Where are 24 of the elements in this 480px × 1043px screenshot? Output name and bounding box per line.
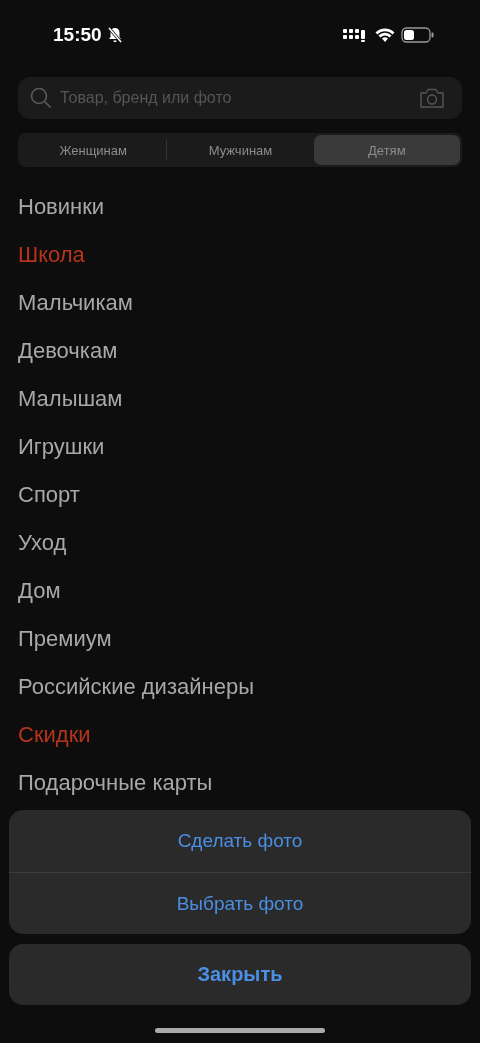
action-button[interactable]: Выбрать фото <box>9 872 471 934</box>
category-item[interactable]: Дом <box>18 567 462 615</box>
category-item[interactable]: Премиум <box>18 615 462 663</box>
close-button[interactable]: Закрыть <box>9 944 471 1005</box>
muted-bell-icon <box>106 26 123 44</box>
status-time: 15:50 <box>53 24 102 46</box>
action-button[interactable]: Сделать фото <box>9 810 471 872</box>
search-input[interactable]: Товар, бренд или фото <box>60 89 412 107</box>
category-item[interactable]: Уход <box>18 519 462 567</box>
category-item[interactable]: Спорт <box>18 471 462 519</box>
category-item[interactable]: Новинки <box>18 183 462 231</box>
search-field[interactable]: Товар, бренд или фото <box>18 77 462 119</box>
battery-icon <box>401 27 434 43</box>
category-item[interactable]: Девочкам <box>18 327 462 375</box>
category-item[interactable]: Подарочные карты <box>18 759 462 807</box>
wifi-icon <box>375 27 395 43</box>
tab[interactable]: Мужчинам <box>167 135 314 165</box>
search-icon <box>30 87 52 109</box>
category-item[interactable]: Российские дизайнеры <box>18 663 462 711</box>
tab[interactable]: Женщинам <box>20 135 167 165</box>
category-item[interactable]: Мальчикам <box>18 279 462 327</box>
category-item[interactable]: Малышам <box>18 375 462 423</box>
category-item[interactable]: Игрушки <box>18 423 462 471</box>
camera-icon[interactable] <box>420 88 444 108</box>
